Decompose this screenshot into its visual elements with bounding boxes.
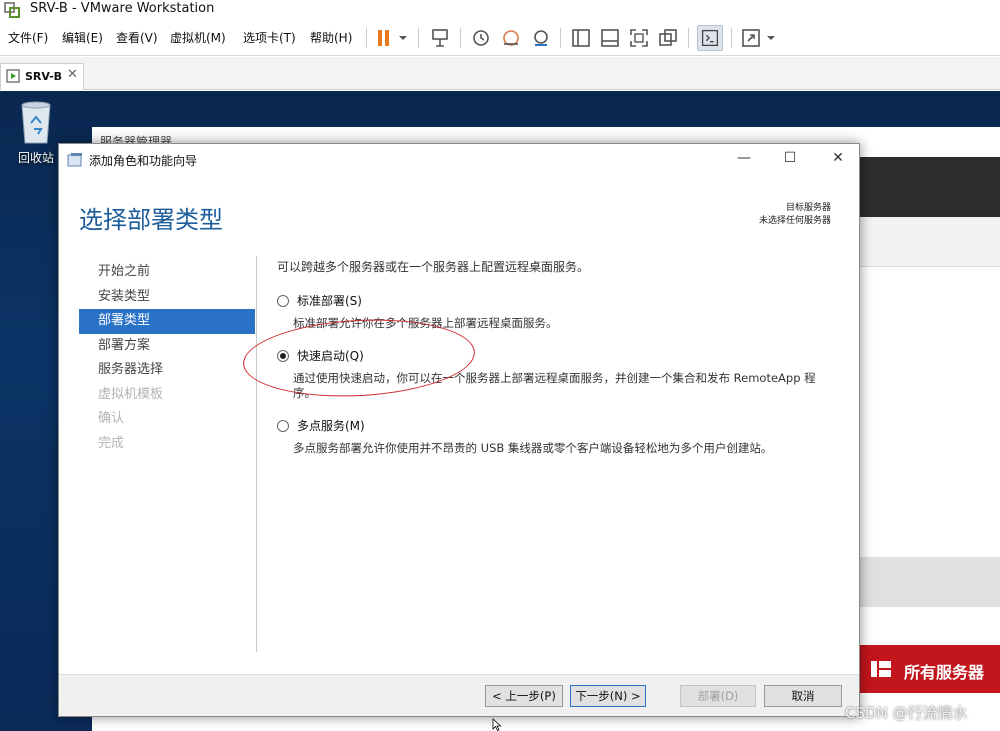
nav-installation-type[interactable]: 安装类型	[79, 285, 255, 310]
target-server-label: 目标服务器	[785, 203, 831, 213]
server-manager-strip	[860, 217, 1000, 267]
wizard-icon	[67, 153, 82, 167]
send-ctrl-alt-del-icon[interactable]	[428, 26, 452, 50]
unity-icon[interactable]	[656, 26, 680, 50]
servers-icon	[871, 661, 891, 677]
wizard-nav: 开始之前 安装类型 部署类型 部署方案 服务器选择 虚拟机模板 确认 完成	[79, 260, 255, 456]
option-multipoint-desc: 多点服务部署允许你使用并不昂贵的 USB 集线器或零个客户端设备轻松地为多个用户…	[293, 441, 773, 455]
window-title: SRV-B - VMware Workstation	[30, 1, 215, 16]
minimize-icon[interactable]: —	[729, 150, 759, 170]
target-server-value: 未选择任何服务器	[758, 216, 831, 226]
snapshot-manager-icon[interactable]	[529, 26, 553, 50]
full-screen-icon[interactable]	[627, 26, 651, 50]
next-button[interactable]: 下一步(N) >	[570, 685, 646, 707]
wizard-footer: < 上一步(P) 下一步(N) > 部署(D) 取消	[59, 674, 859, 716]
menu-help[interactable]: 帮助(H)	[310, 29, 352, 46]
recycle-bin[interactable]: 回收站	[14, 99, 58, 166]
server-manager-header	[860, 157, 1000, 217]
recycle-bin-label: 回收站	[17, 151, 54, 165]
mouse-cursor-icon	[492, 718, 502, 731]
nav-server-selection[interactable]: 服务器选择	[79, 358, 255, 383]
wizard-titlebar: 添加角色和功能向导 — ☐ ✕	[59, 144, 859, 176]
option-multipoint-label[interactable]: 多点服务(M)	[297, 417, 365, 434]
stretch-guest-icon[interactable]	[739, 26, 763, 50]
option-standard-label[interactable]: 标准部署(S)	[297, 292, 362, 309]
cancel-button[interactable]: 取消	[764, 685, 842, 707]
nav-deployment-scenario[interactable]: 部署方案	[79, 334, 255, 359]
server-manager-panel	[860, 557, 1000, 607]
vmware-menubar: 文件(F) 编辑(E) 查看(V) 虚拟机(M) 选项卡(T) 帮助(H)	[0, 20, 1000, 56]
maximize-icon[interactable]: ☐	[775, 150, 805, 170]
all-servers-label: 所有服务器	[904, 663, 985, 682]
show-library-icon[interactable]	[569, 26, 593, 50]
target-server: 目标服务器 未选择任何服务器	[759, 202, 831, 228]
radio-standard[interactable]	[277, 294, 289, 307]
nav-divider	[256, 256, 257, 652]
chevron-down-icon[interactable]	[764, 26, 778, 50]
nav-vm-template: 虚拟机模板	[98, 386, 164, 402]
snapshot-icon[interactable]	[469, 26, 493, 50]
option-multipoint[interactable]: 多点服务(M)	[277, 417, 365, 434]
vmware-logo-icon	[4, 2, 20, 18]
close-icon[interactable]: ✕	[67, 67, 78, 82]
vmware-titlebar: SRV-B - VMware Workstation	[0, 0, 1000, 20]
intro-text: 可以跨越多个服务器或在一个服务器上配置远程桌面服务。	[277, 260, 590, 274]
toolbar-separator	[560, 28, 561, 48]
toolbar-separator	[688, 28, 689, 48]
thumbnail-bar-icon[interactable]	[598, 26, 622, 50]
menu-tabs[interactable]: 选项卡(T)	[243, 29, 296, 46]
deploy-button: 部署(D)	[680, 685, 756, 707]
wizard-title: 添加角色和功能向导	[89, 154, 198, 168]
toolbar-separator	[731, 28, 732, 48]
nav-deployment-type[interactable]: 部署类型	[79, 309, 255, 334]
close-icon[interactable]: ✕	[823, 150, 853, 170]
chevron-down-icon[interactable]	[396, 26, 410, 50]
tab-srv-b[interactable]: SRV-B ✕	[0, 63, 84, 90]
menu-edit[interactable]: 编辑(E)	[62, 29, 103, 46]
add-roles-wizard: 添加角色和功能向导 — ☐ ✕ 选择部署类型 目标服务器 未选择任何服务器 开始…	[58, 143, 860, 717]
nav-confirmation: 确认	[98, 411, 125, 426]
vm-running-icon	[6, 69, 20, 83]
pause-icon[interactable]	[372, 26, 396, 50]
revert-snapshot-icon[interactable]	[499, 26, 523, 50]
recycle-bin-icon	[21, 101, 51, 144]
radio-multipoint[interactable]	[277, 419, 289, 432]
watermark: CSDN @行流情水	[845, 704, 968, 722]
page-title: 选择部署类型	[79, 206, 223, 234]
nav-before-you-begin[interactable]: 开始之前	[79, 260, 255, 285]
all-servers-tile[interactable]: 所有服务器	[860, 645, 1000, 693]
toolbar-separator	[418, 28, 419, 48]
nav-completion: 完成	[98, 435, 125, 451]
console-view-icon[interactable]	[697, 25, 723, 51]
menu-view[interactable]: 查看(V)	[116, 29, 158, 46]
toolbar-separator	[460, 28, 461, 48]
option-standard[interactable]: 标准部署(S)	[277, 292, 362, 309]
menu-vm[interactable]: 虚拟机(M)	[170, 29, 226, 46]
menu-file[interactable]: 文件(F)	[8, 29, 48, 46]
previous-button[interactable]: < 上一步(P)	[485, 685, 563, 707]
vm-tabbar: SRV-B ✕	[0, 57, 1000, 90]
wizard-content: 可以跨越多个服务器或在一个服务器上配置远程桌面服务。 标准部署(S) 标准部署允…	[277, 258, 837, 455]
toolbar-separator	[366, 28, 367, 48]
tab-label: SRV-B	[25, 70, 63, 83]
